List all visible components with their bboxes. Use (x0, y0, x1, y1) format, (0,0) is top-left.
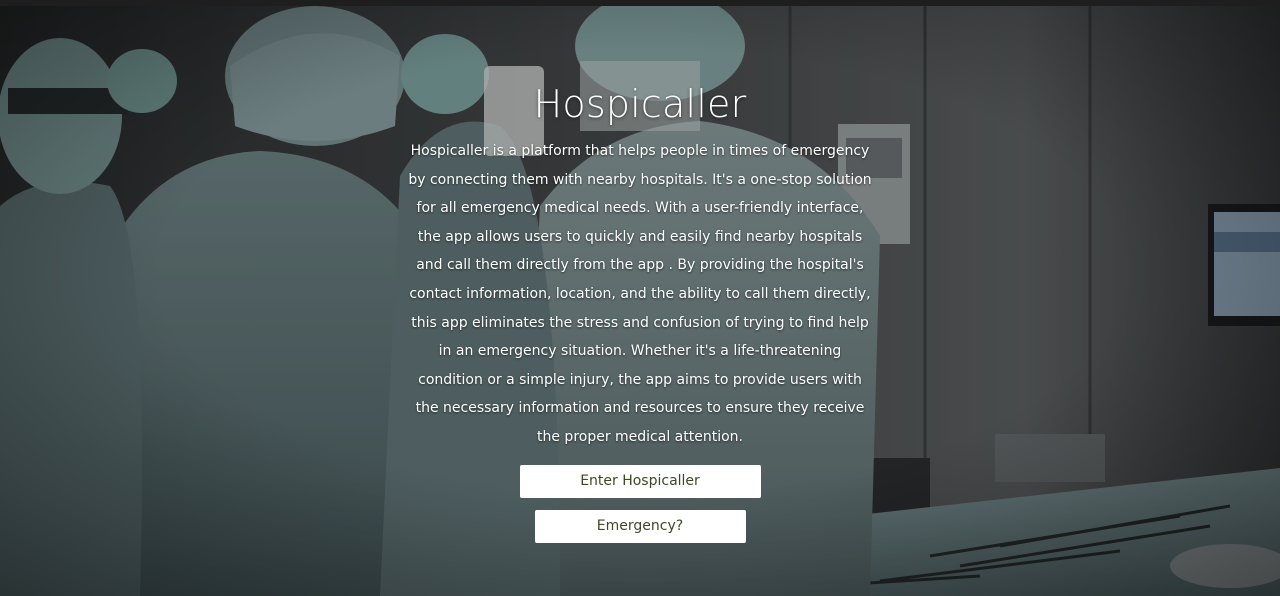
emergency-button[interactable]: Emergency? (534, 509, 746, 543)
hero-content: Hospicaller Hospicaller is a platform th… (390, 80, 890, 543)
enter-hospicaller-button[interactable]: Enter Hospicaller (519, 464, 761, 498)
browser-bookmark-strip (0, 0, 1280, 6)
hero-description: Hospicaller is a platform that helps peo… (408, 143, 872, 445)
hero-title: Hospicaller (533, 82, 747, 126)
landing-page: Hospicaller Hospicaller is a platform th… (0, 0, 1280, 596)
